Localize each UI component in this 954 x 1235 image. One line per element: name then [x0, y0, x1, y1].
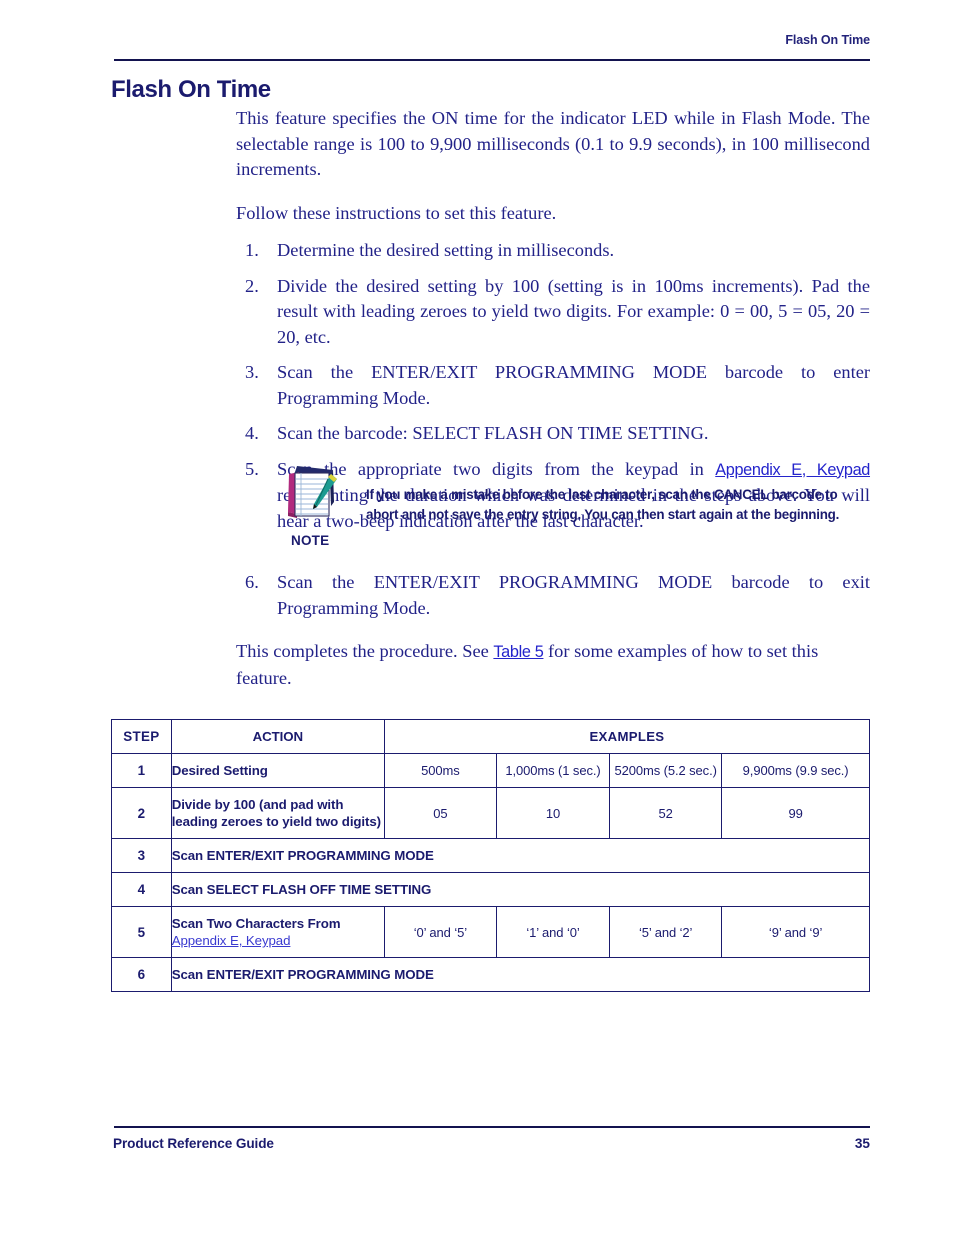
table-row: 3 Scan ENTER/EXIT PROGRAMMING MODE: [111, 838, 871, 873]
running-header: Flash On Time: [785, 33, 870, 47]
cell-step: 6: [111, 957, 172, 992]
cell-example: 05: [383, 787, 497, 839]
body-content-tail: 6. Scan the ENTER/EXIT PROGRAMMING MODE b…: [236, 570, 870, 691]
note-text: If you make a mistake before the last ch…: [366, 487, 840, 522]
list-item: 1. Determine the desired setting in milli…: [236, 238, 870, 264]
footer-rule: [114, 1126, 870, 1128]
cell-example: 9,900ms (9.9 sec.): [721, 753, 870, 788]
table-row: 4 Scan SELECT FLASH OFF TIME SETTING: [111, 872, 871, 907]
steps-list-tail: 6. Scan the ENTER/EXIT PROGRAMMING MODE b…: [236, 570, 870, 621]
col-header-step: STEP: [111, 719, 172, 754]
note-callout: If you make a mistake before the last ch…: [283, 462, 873, 554]
step-text: Scan the ENTER/EXIT PROGRAMMING MODE bar…: [277, 572, 870, 618]
step-text: Divide the desired setting by 100 (setti…: [277, 275, 870, 347]
list-item: 6. Scan the ENTER/EXIT PROGRAMMING MODE b…: [236, 570, 870, 621]
cell-step: 3: [111, 838, 172, 873]
table-row: 6 Scan ENTER/EXIT PROGRAMMING MODE: [111, 957, 871, 992]
cell-action: Desired Setting: [170, 753, 385, 788]
cell-step: 5: [111, 906, 172, 958]
step-number: 6.: [245, 572, 259, 592]
cell-action: Scan Two Characters From Appendix E, Key…: [170, 906, 385, 958]
examples-table: STEP ACTION EXAMPLES 1 Desired Setting 5…: [111, 719, 871, 992]
cell-example: ‘5’ and ‘2’: [609, 906, 723, 958]
cell-example: ‘9’ and ‘9’: [721, 906, 870, 958]
link-appendix-e-keypad-table[interactable]: Appendix E, Keypad: [172, 932, 384, 950]
table-row: 2 Divide by 100 (and pad with leading ze…: [111, 787, 870, 839]
page-title: Flash On Time: [111, 76, 271, 103]
footer-title: Product Reference Guide: [113, 1136, 274, 1151]
step-number: 4.: [245, 423, 259, 443]
list-item: 3. Scan the ENTER/EXIT PROGRAMMING MODE b…: [236, 360, 870, 411]
cell-action: Scan ENTER/EXIT PROGRAMMING MODE: [170, 957, 871, 992]
cell-action: Scan SELECT FLASH OFF TIME SETTING: [170, 872, 871, 907]
closing-paragraph: This completes the procedure. See Table …: [236, 639, 870, 691]
cell-step: 4: [111, 872, 172, 907]
table-header-row: STEP ACTION EXAMPLES: [111, 719, 871, 754]
table-row: 5 Scan Two Characters From Appendix E, K…: [111, 906, 870, 958]
step-text: Scan the ENTER/EXIT PROGRAMMING MODE bar…: [277, 362, 870, 408]
cell-example: 500ms: [383, 753, 497, 788]
document-page: Flash On Time Flash On Time This feature…: [0, 0, 954, 1235]
cell-example: 5200ms (5.2 sec.): [609, 753, 723, 788]
cell-example: 1,000ms (1 sec.): [495, 753, 611, 788]
list-item: 4. Scan the barcode: SELECT FLASH ON TIME…: [236, 421, 870, 447]
cell-example: 99: [721, 787, 870, 839]
list-item: 2. Divide the desired setting by 100 (set…: [236, 274, 870, 351]
cell-example: 10: [495, 787, 611, 839]
step-text: Determine the desired setting in millise…: [277, 240, 615, 260]
closing-text-before: This completes the procedure. See: [236, 641, 494, 661]
step-number: 2.: [245, 275, 259, 296]
cell-step: 2: [111, 787, 172, 839]
header-rule: [114, 59, 870, 61]
cell-action: Scan ENTER/EXIT PROGRAMMING MODE: [170, 838, 871, 873]
col-header-examples: EXAMPLES: [383, 719, 871, 754]
cell-example: ‘0’ and ‘5’: [383, 906, 497, 958]
step-number: 5.: [245, 458, 259, 479]
page-number: 35: [854, 1136, 870, 1151]
step-number: 1.: [245, 240, 259, 260]
intro-paragraph-2: Follow these instructions to set this fe…: [236, 202, 557, 223]
link-table-5[interactable]: Table 5: [493, 643, 543, 661]
cell-action-text: Scan Two Characters From: [171, 915, 341, 931]
notepad-pen-icon: [283, 462, 343, 522]
cell-example: 52: [609, 787, 723, 839]
cell-action: Divide by 100 (and pad with leading zero…: [170, 787, 385, 839]
note-label: NOTE: [291, 533, 330, 548]
intro-paragraph-1: This feature specifies the ON time for t…: [236, 108, 870, 179]
step-text: Scan the barcode: SELECT FLASH ON TIME S…: [277, 423, 709, 443]
table-row: 1 Desired Setting 500ms 1,000ms (1 sec.)…: [111, 753, 870, 788]
col-header-action: ACTION: [170, 719, 385, 754]
step-number: 3.: [245, 362, 259, 382]
cell-example: ‘1’ and ‘0’: [495, 906, 611, 958]
cell-step: 1: [111, 753, 172, 788]
